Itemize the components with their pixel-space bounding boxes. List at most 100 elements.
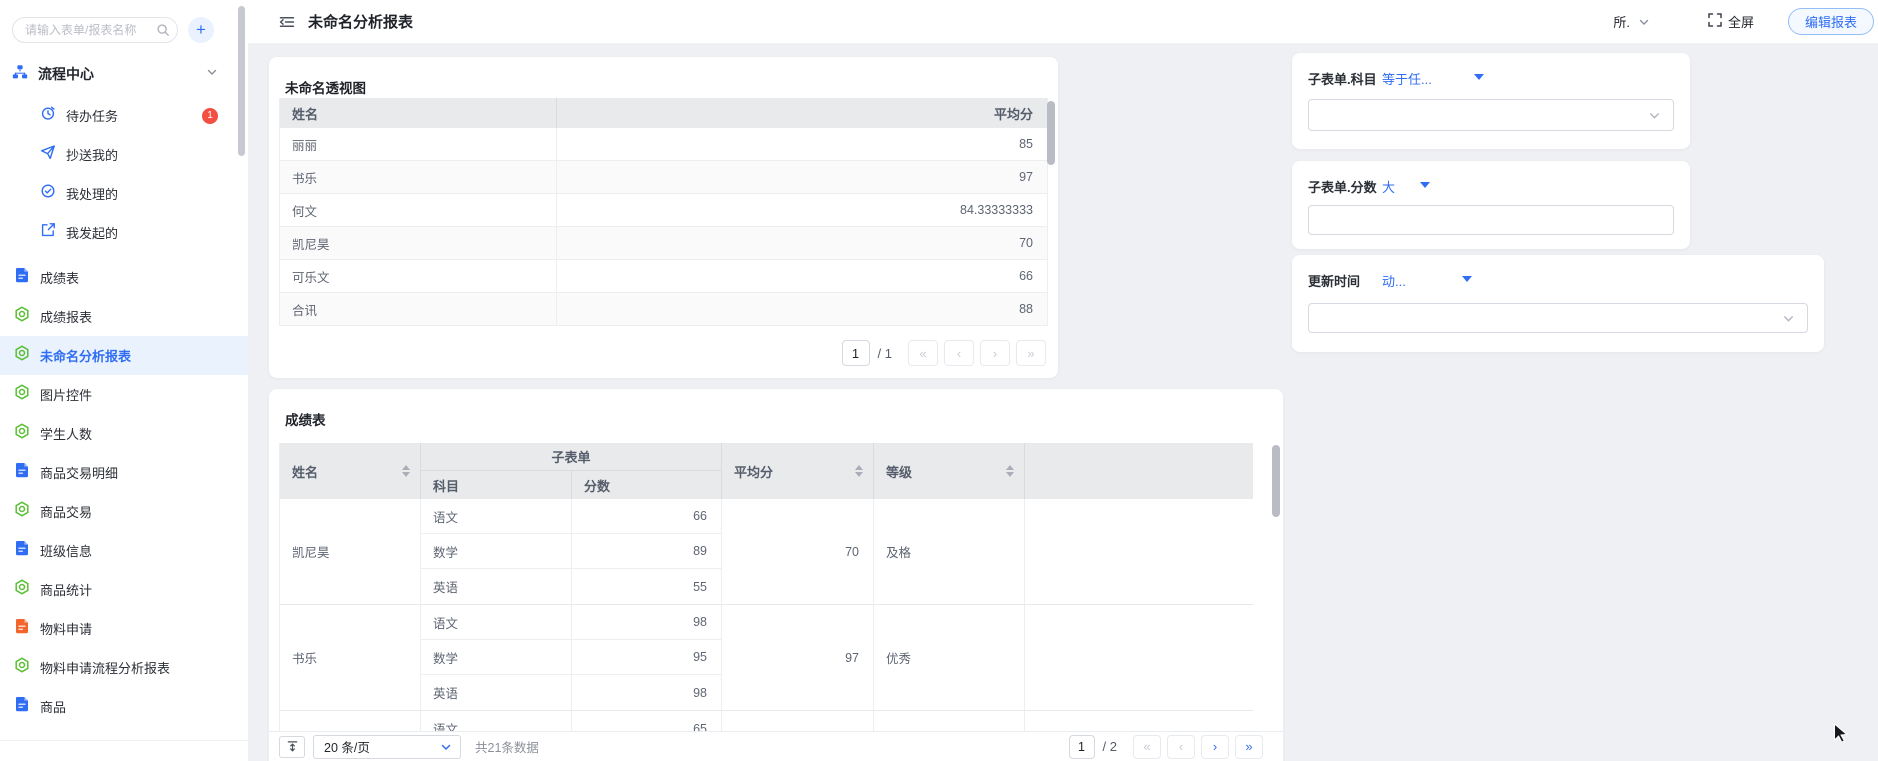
- table-row: 凯尼昊70: [280, 227, 1047, 260]
- cell-name: 何文: [280, 194, 557, 226]
- scope-dropdown-value: 所.: [1613, 12, 1630, 31]
- page-title: 未命名分析报表: [308, 11, 413, 32]
- filter-update-time-select[interactable]: [1308, 303, 1808, 333]
- last-page-button[interactable]: »: [1235, 735, 1263, 759]
- column-header-average[interactable]: 平均分: [722, 443, 874, 499]
- filter-field-label: 子表单.科目: [1308, 69, 1377, 88]
- sidebar-item-cc-to-me[interactable]: 抄送我的: [0, 135, 232, 174]
- row-height-icon[interactable]: [279, 736, 305, 758]
- next-page-button[interactable]: ›: [1201, 735, 1229, 759]
- sidebar-item-form[interactable]: 物料申请: [0, 609, 248, 648]
- score-table-header: 姓名 子表单 科目 分数 平均分 等级: [280, 443, 1253, 499]
- sidebar-item-label: 我处理的: [66, 184, 218, 203]
- pivot-card: 未命名透视图 姓名 平均分 丽丽85 书乐97 何文84.33333333 凯尼…: [269, 57, 1058, 378]
- section-label: 流程中心: [38, 64, 206, 84]
- sidebar-item-form[interactable]: 成绩表: [0, 258, 248, 297]
- filter-card-subject: 子表单.科目 等于任...: [1292, 53, 1690, 149]
- filter-subject-select[interactable]: [1308, 99, 1674, 131]
- cell-name: 丽丽: [280, 128, 557, 160]
- chevron-down-icon: [1638, 16, 1650, 28]
- sidebar-item-form[interactable]: 商品: [0, 687, 248, 726]
- filter-operator-link[interactable]: 动...: [1382, 271, 1406, 290]
- score-table-pagination: 1 / 2 « ‹ › »: [1069, 735, 1263, 759]
- collapse-sidebar-icon[interactable]: [278, 13, 296, 31]
- filter-operator-link[interactable]: 等于任...: [1382, 69, 1432, 88]
- caret-down-icon[interactable]: [1462, 276, 1472, 282]
- sidebar-item-report[interactable]: 物料申请流程分析报表: [0, 648, 248, 687]
- cell-subject: 数学: [421, 534, 572, 568]
- sidebar-item-started-by-me[interactable]: 我发起的: [0, 213, 232, 252]
- sidebar-item-report-selected[interactable]: 未命名分析报表: [0, 336, 248, 375]
- first-page-button[interactable]: «: [1133, 735, 1161, 759]
- score-table-card: 成绩表 姓名 子表单 科目 分数 平均分 等级: [269, 389, 1283, 761]
- caret-down-icon[interactable]: [1420, 182, 1430, 188]
- pivot-table-body: 丽丽85 书乐97 何文84.33333333 凯尼昊70 可乐文66 合讯88: [280, 128, 1047, 326]
- document-icon: [14, 462, 30, 483]
- cell-average: 84.33333333: [557, 194, 1047, 226]
- cell-score: 66: [572, 499, 721, 533]
- sidebar-item-report[interactable]: 学生人数: [0, 414, 248, 453]
- cell-subject: 英语: [421, 675, 572, 710]
- table-group-row: 书乐 语文98 数学95 英语98 97 优秀: [280, 605, 1253, 711]
- document-icon: [14, 618, 30, 639]
- filter-card-update-time: 更新时间 动...: [1292, 255, 1824, 352]
- column-header-score: 分数: [572, 471, 721, 499]
- fullscreen-icon: [1708, 13, 1722, 30]
- filter-operator-link[interactable]: 大: [1382, 177, 1395, 196]
- chevron-down-icon: [1648, 109, 1661, 122]
- page-number-box[interactable]: 1: [1069, 735, 1095, 759]
- filter-card-score: 子表单.分数 大: [1292, 161, 1690, 249]
- pivot-table-scrollbar[interactable]: [1047, 101, 1055, 165]
- first-page-button[interactable]: «: [908, 340, 938, 366]
- cell-grade: 优秀: [874, 605, 1025, 710]
- sitemap-icon: [12, 64, 28, 85]
- add-button[interactable]: +: [188, 17, 214, 43]
- prev-page-button[interactable]: ‹: [944, 340, 974, 366]
- column-header-grade[interactable]: 等级: [874, 443, 1025, 499]
- sidebar-item-report[interactable]: 商品交易: [0, 492, 248, 531]
- column-header-name[interactable]: 姓名: [280, 443, 421, 499]
- sidebar-item-report[interactable]: 图片控件: [0, 375, 248, 414]
- sidebar-item-label: 物料申请流程分析报表: [40, 658, 170, 677]
- cell-score: 55: [572, 569, 721, 604]
- cell-average: 88: [557, 293, 1047, 325]
- cell-name: 凯尼昊: [280, 227, 557, 259]
- next-page-button[interactable]: ›: [980, 340, 1010, 366]
- scope-dropdown[interactable]: 所.: [1613, 12, 1650, 31]
- sidebar-item-report[interactable]: 商品统计: [0, 570, 248, 609]
- sidebar-item-form[interactable]: 班级信息: [0, 531, 248, 570]
- page-number-box[interactable]: 1: [842, 340, 870, 366]
- sort-icon[interactable]: [402, 465, 410, 477]
- sort-icon[interactable]: [1006, 465, 1014, 477]
- page-size-select[interactable]: 20 条/页: [313, 735, 461, 759]
- prev-page-button[interactable]: ‹: [1167, 735, 1195, 759]
- chevron-down-icon: [440, 741, 452, 753]
- sidebar-item-label: 班级信息: [40, 541, 92, 560]
- caret-down-icon[interactable]: [1474, 74, 1484, 80]
- last-page-button[interactable]: »: [1016, 340, 1046, 366]
- search-input[interactable]: [12, 17, 178, 43]
- sidebar-scrollbar[interactable]: [238, 6, 245, 156]
- report-icon: [14, 384, 30, 405]
- column-header-subform: 子表单: [421, 443, 721, 471]
- sidebar-item-report[interactable]: 成绩报表: [0, 297, 248, 336]
- sidebar-item-label: 商品交易: [40, 502, 92, 521]
- report-icon: [14, 306, 30, 327]
- sidebar-item-label: 学生人数: [40, 424, 92, 443]
- cell-average: 70: [722, 499, 874, 604]
- edit-report-button[interactable]: 编辑报表: [1788, 8, 1874, 35]
- report-icon: [14, 657, 30, 678]
- sidebar-section-process-center[interactable]: 流程中心: [0, 60, 232, 88]
- chevron-down-icon[interactable]: [206, 65, 218, 83]
- sidebar-item-label: 商品统计: [40, 580, 92, 599]
- sidebar-item-label: 商品交易明细: [40, 463, 118, 482]
- score-table-scrollbar[interactable]: [1272, 445, 1280, 517]
- sidebar-item-form[interactable]: 商品交易明细: [0, 453, 248, 492]
- filter-score-input[interactable]: [1308, 205, 1674, 235]
- sidebar-item-handled-by-me[interactable]: 我处理的: [0, 174, 232, 213]
- report-icon: [14, 579, 30, 600]
- sidebar-item-todo-tasks[interactable]: 待办任务 1: [0, 96, 232, 135]
- cell-score: 95: [572, 640, 721, 674]
- sort-icon[interactable]: [855, 465, 863, 477]
- fullscreen-button[interactable]: 全屏: [1708, 12, 1754, 31]
